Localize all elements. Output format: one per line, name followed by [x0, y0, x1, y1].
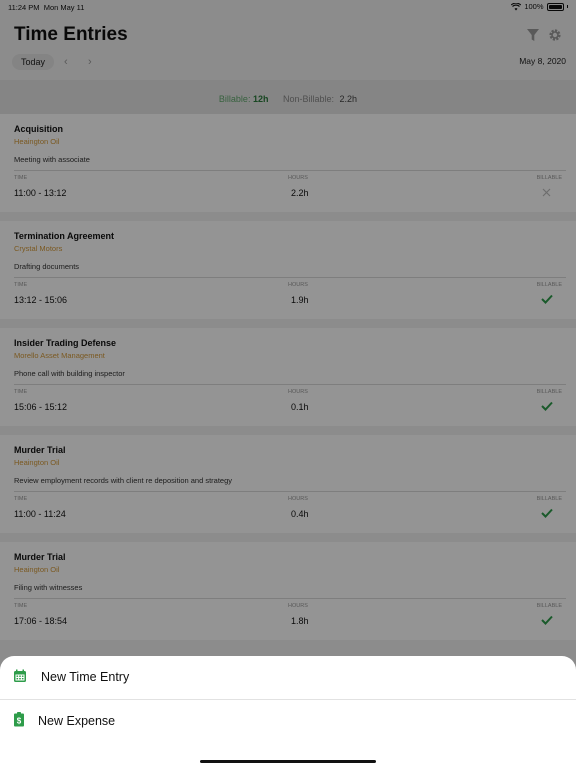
new-expense-button[interactable]: $ New Expense	[0, 700, 576, 743]
calendar-icon	[14, 669, 26, 682]
new-time-entry-label: New Time Entry	[41, 670, 130, 684]
receipt-icon: $	[14, 712, 24, 727]
new-time-entry-button[interactable]: New Time Entry	[0, 656, 576, 699]
dim-overlay[interactable]	[0, 0, 576, 768]
svg-text:$: $	[17, 717, 22, 726]
action-sheet: New Time Entry $ New Expense	[0, 656, 576, 768]
new-expense-label: New Expense	[38, 714, 116, 728]
home-indicator[interactable]	[200, 760, 376, 763]
